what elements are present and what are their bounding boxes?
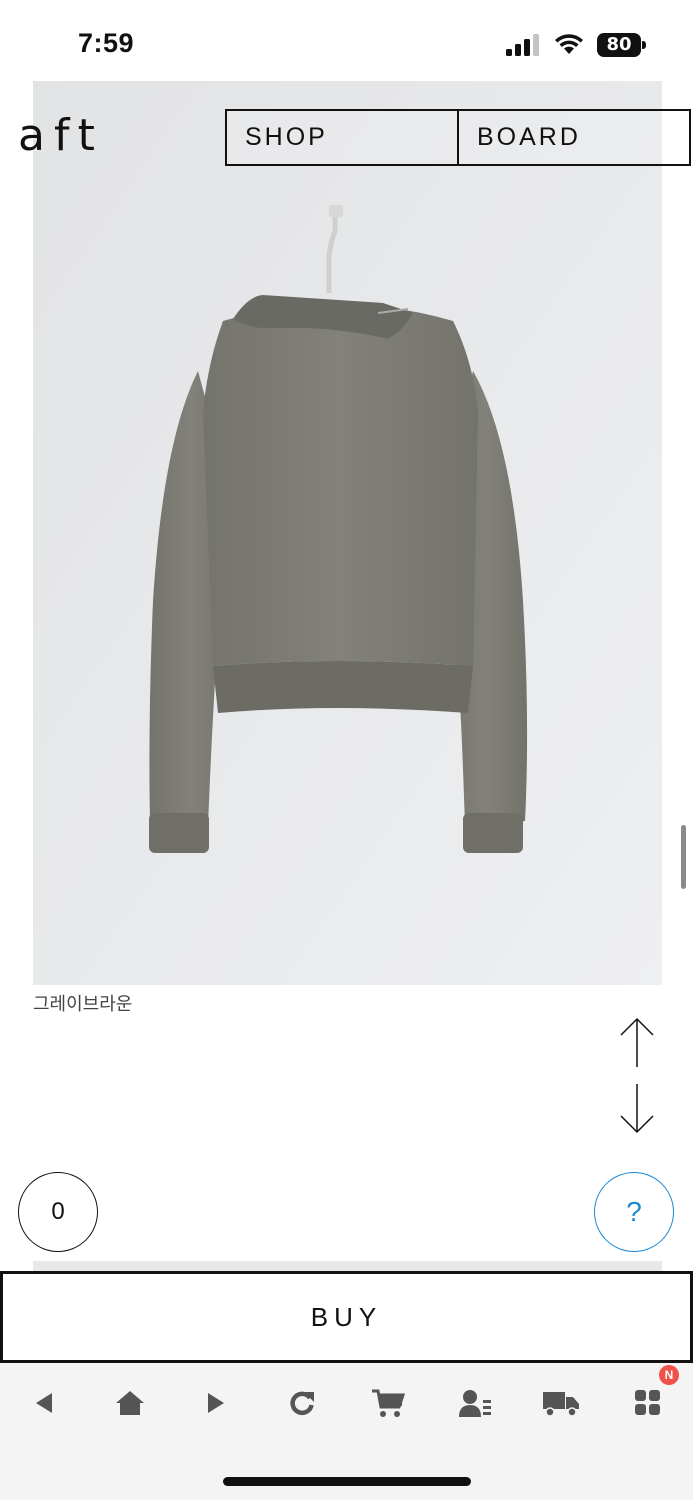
nav-board[interactable]: BOARD — [457, 111, 689, 164]
scrollbar[interactable] — [681, 825, 686, 889]
back-icon[interactable] — [24, 1385, 64, 1421]
product-image[interactable] — [33, 81, 662, 985]
apps-grid-icon[interactable] — [628, 1385, 668, 1421]
home-indicator[interactable] — [223, 1477, 471, 1486]
top-nav: SHOP BOARD — [225, 109, 691, 166]
notification-badge: N — [659, 1365, 679, 1385]
battery-icon: 80 — [597, 33, 647, 57]
wifi-icon — [555, 34, 583, 54]
buy-button[interactable]: BUY — [0, 1271, 693, 1363]
color-caption: 그레이브라운 — [33, 994, 133, 1015]
scroll-down-arrow-icon[interactable] — [617, 1080, 657, 1136]
forward-icon[interactable] — [196, 1385, 236, 1421]
image-strip — [33, 1261, 662, 1271]
scroll-up-arrow-icon[interactable] — [617, 1015, 657, 1071]
cellular-signal-icon — [506, 34, 539, 56]
cart-count-button[interactable]: 0 — [18, 1172, 98, 1252]
refresh-icon[interactable] — [282, 1385, 322, 1421]
brand-logo[interactable]: aft — [18, 110, 104, 161]
nav-shop[interactable]: SHOP — [227, 111, 457, 164]
my-account-icon[interactable] — [455, 1385, 495, 1421]
battery-level: 80 — [606, 34, 632, 55]
cart-icon[interactable] — [368, 1385, 408, 1421]
delivery-truck-icon[interactable] — [541, 1385, 581, 1421]
help-button[interactable]: ? — [594, 1172, 674, 1252]
home-icon[interactable] — [110, 1385, 150, 1421]
status-time: 7:59 — [78, 28, 135, 58]
